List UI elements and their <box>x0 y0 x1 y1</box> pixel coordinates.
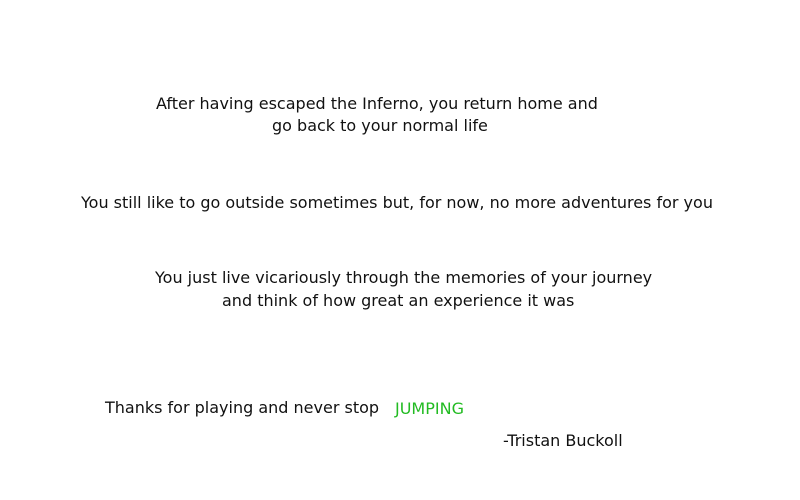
ending-text-line-2: go back to your normal life <box>272 116 488 135</box>
jumping-highlight: JUMPING <box>395 399 464 418</box>
author-signature: -Tristan Buckoll <box>503 431 623 450</box>
thanks-text: Thanks for playing and never stop <box>105 398 380 417</box>
ending-text-line-5: and think of how great an experience it … <box>222 291 575 310</box>
ending-text-line-1: After having escaped the Inferno, you re… <box>156 94 598 113</box>
ending-text-line-4: You just live vicariously through the me… <box>155 268 653 287</box>
ending-text-line-3: You still like to go outside sometimes b… <box>81 193 713 212</box>
